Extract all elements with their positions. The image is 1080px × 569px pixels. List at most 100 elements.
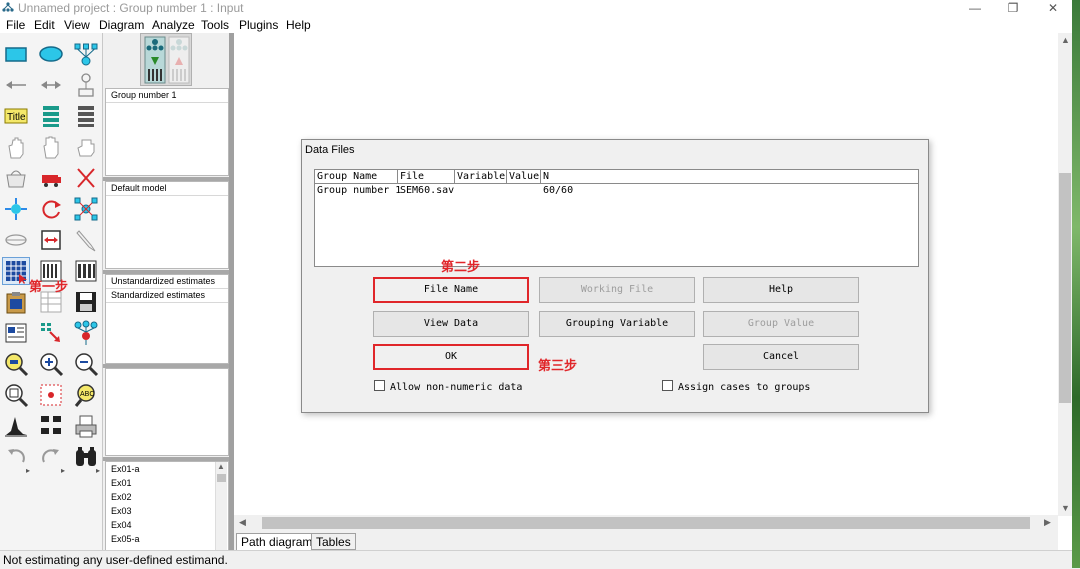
horizontal-scroll-thumb[interactable] bbox=[262, 517, 1030, 529]
move-objects-icon[interactable] bbox=[38, 165, 64, 191]
zoom-out-icon[interactable] bbox=[73, 351, 99, 377]
menu-tools[interactable]: Tools bbox=[201, 17, 229, 33]
checkbox-box[interactable] bbox=[662, 380, 673, 391]
view-data-button[interactable]: View Data bbox=[373, 311, 529, 337]
file-name-button[interactable]: File Name bbox=[373, 277, 529, 303]
tab-tables[interactable]: Tables bbox=[311, 533, 356, 550]
column-variable[interactable]: Variable bbox=[455, 170, 507, 183]
estimates-item-standardized[interactable]: Standardized estimates bbox=[106, 289, 228, 303]
draw-unobserved-variable-icon[interactable] bbox=[38, 41, 64, 67]
print-icon[interactable] bbox=[73, 413, 99, 439]
deselect-all-objects-icon[interactable] bbox=[73, 134, 99, 160]
drag-properties-icon[interactable] bbox=[38, 320, 64, 346]
working-file-button[interactable]: Working File bbox=[539, 277, 695, 303]
draw-latent-indicator-icon[interactable] bbox=[73, 41, 99, 67]
zoom-selected-icon[interactable] bbox=[3, 351, 29, 377]
zoom-in-icon[interactable] bbox=[38, 351, 64, 377]
status-message: Not estimating any user-defined estimand… bbox=[3, 553, 228, 567]
save-diagram-icon[interactable] bbox=[73, 289, 99, 315]
canvas-horizontal-scrollbar[interactable]: ◀ ▶ bbox=[234, 515, 1058, 531]
model-item[interactable]: Default model bbox=[106, 182, 228, 196]
tab-path-diagram[interactable]: Path diagram bbox=[236, 533, 318, 550]
magnifier-icon[interactable]: ABC bbox=[73, 382, 99, 408]
rotate-indicators-icon[interactable] bbox=[38, 196, 64, 222]
file-item[interactable]: Ex01 bbox=[106, 476, 228, 490]
view-input-output-toggle[interactable] bbox=[140, 33, 192, 86]
file-item[interactable]: Ex02 bbox=[106, 490, 228, 504]
column-group-name[interactable]: Group Name bbox=[315, 170, 398, 183]
reflect-indicators-icon[interactable] bbox=[73, 196, 99, 222]
draw-observed-variable-icon[interactable] bbox=[3, 41, 29, 67]
zoom-page-icon[interactable] bbox=[3, 382, 29, 408]
menu-diagram[interactable]: Diagram bbox=[99, 17, 144, 33]
draw-covariance-icon[interactable] bbox=[38, 72, 64, 98]
scroll-up-arrow-icon[interactable]: ▲ bbox=[217, 462, 225, 471]
canvas-vertical-scrollbar[interactable]: ▲ ▼ bbox=[1058, 33, 1072, 516]
select-data-files-icon[interactable] bbox=[2, 257, 30, 285]
ok-button[interactable]: OK bbox=[373, 344, 529, 370]
cancel-button[interactable]: Cancel bbox=[703, 344, 859, 370]
list-variables-in-model-icon[interactable] bbox=[38, 103, 64, 129]
desktop-background bbox=[1072, 0, 1080, 568]
column-value[interactable]: Value bbox=[507, 170, 541, 183]
table-header: Group Name File Variable Value N bbox=[315, 170, 918, 184]
grouping-variable-button[interactable]: Grouping Variable bbox=[539, 311, 695, 337]
menu-help[interactable]: Help bbox=[286, 17, 311, 33]
help-button[interactable]: Help bbox=[703, 277, 859, 303]
group-value-button[interactable]: Group Value bbox=[703, 311, 859, 337]
menu-edit[interactable]: Edit bbox=[34, 17, 55, 33]
scroll-icon[interactable] bbox=[38, 227, 64, 253]
files-scroll-thumb[interactable] bbox=[217, 474, 226, 482]
add-unique-variable-icon[interactable] bbox=[73, 72, 99, 98]
menu-plugins[interactable]: Plugins bbox=[239, 17, 278, 33]
touch-up-variable-icon[interactable] bbox=[73, 227, 99, 253]
file-item[interactable]: Ex01-a bbox=[106, 462, 228, 476]
checkbox-box[interactable] bbox=[374, 380, 385, 391]
change-shape-icon[interactable] bbox=[3, 196, 29, 222]
object-properties-icon[interactable] bbox=[3, 320, 29, 346]
close-button[interactable]: ✕ bbox=[1036, 0, 1070, 17]
list-variables-in-dataset-icon[interactable] bbox=[73, 103, 99, 129]
file-item[interactable]: Ex04 bbox=[106, 518, 228, 532]
cell-file: SEM60.sav bbox=[400, 185, 455, 196]
file-item[interactable]: Ex03 bbox=[106, 504, 228, 518]
input-output-diagram-icon bbox=[144, 36, 190, 84]
preserve-symmetries-icon[interactable] bbox=[73, 320, 99, 346]
assign-cases-label: Assign cases to groups bbox=[678, 382, 811, 393]
scroll-up-arrow-icon[interactable]: ▲ bbox=[1061, 35, 1070, 45]
maximize-button[interactable]: ❐ bbox=[996, 0, 1030, 17]
allow-non-numeric-checkbox[interactable]: Allow non-numeric data bbox=[374, 380, 522, 394]
minimize-button[interactable]: — bbox=[958, 0, 992, 17]
duplicate-objects-icon[interactable] bbox=[3, 165, 29, 191]
estimates-item-unstandardized[interactable]: Unstandardized estimates bbox=[106, 275, 228, 289]
data-files-table[interactable]: Group Name File Variable Value N Group n… bbox=[314, 169, 919, 267]
move-parameter-values-icon[interactable] bbox=[3, 227, 29, 253]
scroll-right-arrow-icon[interactable]: ▶ bbox=[1044, 517, 1051, 528]
groups-list: Group number 1 bbox=[105, 88, 229, 176]
erase-objects-icon[interactable] bbox=[73, 165, 99, 191]
copy-to-clipboard-icon[interactable] bbox=[3, 289, 29, 315]
allow-non-numeric-label: Allow non-numeric data bbox=[390, 382, 523, 393]
menu-view[interactable]: View bbox=[64, 17, 90, 33]
files-scrollbar[interactable]: ▲ bbox=[215, 462, 227, 550]
bayesian-estimation-icon[interactable] bbox=[3, 413, 29, 439]
view-tabs: Path diagram Tables bbox=[234, 531, 1058, 550]
scroll-down-arrow-icon[interactable]: ▼ bbox=[1061, 503, 1070, 513]
blank-list bbox=[105, 368, 229, 456]
resize-diagram-icon[interactable] bbox=[38, 382, 64, 408]
draw-path-icon[interactable] bbox=[3, 72, 29, 98]
column-n[interactable]: N bbox=[541, 170, 918, 183]
column-file[interactable]: File bbox=[398, 170, 455, 183]
select-one-object-icon[interactable] bbox=[3, 134, 29, 160]
menu-analyze[interactable]: Analyze bbox=[152, 17, 195, 33]
scroll-left-arrow-icon[interactable]: ◀ bbox=[239, 517, 246, 528]
multiple-group-analysis-icon[interactable] bbox=[38, 413, 64, 439]
menu-file[interactable]: File bbox=[6, 17, 25, 33]
file-item[interactable]: Ex05-a bbox=[106, 532, 228, 546]
group-item[interactable]: Group number 1 bbox=[106, 89, 228, 103]
select-all-objects-icon[interactable] bbox=[38, 134, 64, 160]
assign-cases-checkbox[interactable]: Assign cases to groups bbox=[662, 380, 810, 394]
calculate-estimates-icon[interactable] bbox=[73, 258, 99, 284]
vertical-scroll-thumb[interactable] bbox=[1059, 173, 1071, 403]
title-icon[interactable]: Title bbox=[3, 103, 29, 129]
